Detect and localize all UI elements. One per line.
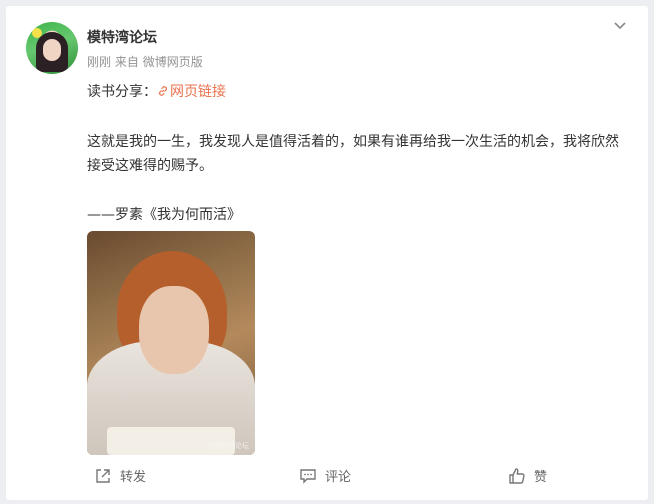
comment-label: 评论 (325, 470, 352, 485)
post-meta: 刚刚 来自 微博网页版 (87, 53, 203, 70)
repost-icon (96, 468, 110, 483)
post-card: 模特湾论坛 刚刚 来自 微博网页版 读书分享： 网页链接 这就是我的一生，我发现人… (6, 6, 648, 500)
post-image[interactable]: @模特湾论坛 (87, 231, 255, 455)
username[interactable]: 模特湾论坛 (87, 27, 157, 47)
repost-button[interactable]: 转发 (94, 466, 146, 485)
like-button[interactable]: 赞 (508, 466, 547, 485)
link-label: 网页链接 (170, 84, 226, 100)
image-watermark: @模特湾论坛 (207, 442, 249, 450)
image-face (139, 286, 209, 374)
like-label: 赞 (534, 470, 548, 485)
post-lead: 读书分享： 网页链接 (87, 81, 226, 101)
source-prefix: 来自 (114, 55, 139, 69)
comment-icon (300, 468, 316, 484)
avatar[interactable] (26, 22, 78, 74)
post-time[interactable]: 刚刚 (87, 55, 111, 69)
link-icon (159, 86, 167, 96)
comment-button[interactable]: 评论 (299, 466, 351, 485)
thumbs-up-icon (509, 467, 525, 484)
avatar-face (43, 39, 61, 61)
avatar-flower (32, 28, 42, 38)
post-quote: ——罗素《我为何而活》 (87, 207, 241, 223)
web-link[interactable]: 网页链接 (157, 84, 226, 100)
chevron-down-icon[interactable] (612, 18, 628, 34)
lead-text: 读书分享： (87, 84, 157, 100)
action-bar: 转发 评论 赞 (6, 462, 648, 492)
post-body: 这就是我的一生，我发现人是值得活着的，如果有谁再给我一次生活的机会，我将欣然接受… (87, 134, 619, 174)
repost-label: 转发 (120, 470, 147, 485)
post-source[interactable]: 微博网页版 (143, 55, 203, 69)
